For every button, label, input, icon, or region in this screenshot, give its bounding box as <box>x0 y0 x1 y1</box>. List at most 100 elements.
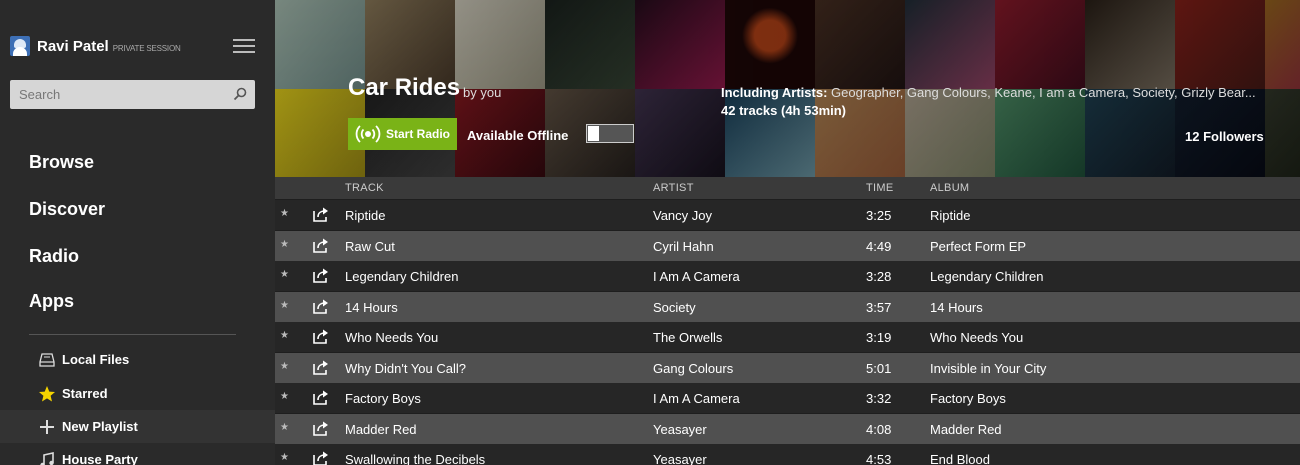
track-artist[interactable]: I Am A Camera <box>653 269 740 284</box>
radio-icon <box>355 125 381 143</box>
table-row[interactable]: ★ Raw Cut Cyril Hahn 4:49 Perfect Form EP <box>275 230 1300 261</box>
track-duration: 3:19 <box>866 330 892 345</box>
sidebar: Ravi Patel PRIVATE SESSION Browse Discov… <box>0 0 275 465</box>
track-album[interactable]: Riptide <box>930 208 970 223</box>
table-row[interactable]: ★ Factory Boys I Am A Camera 3:32 Factory Bo… <box>275 383 1300 413</box>
playlist-title: Car Rides <box>348 74 461 101</box>
track-duration: 3:57 <box>866 299 892 315</box>
column-header-track[interactable]: TRACK <box>345 182 384 194</box>
star-icon[interactable]: ★ <box>280 300 289 311</box>
share-icon[interactable] <box>312 359 329 376</box>
share-icon[interactable] <box>312 206 329 223</box>
table-row[interactable]: ★ Legendary Children I Am A Camera 3:28 Lege… <box>275 261 1300 291</box>
track-artist[interactable]: The Orwells <box>653 330 722 345</box>
track-album[interactable]: Perfect Form EP <box>930 239 1026 254</box>
track-title: 14 Hours <box>345 299 398 315</box>
start-radio-label: Start Radio <box>386 127 451 141</box>
table-row[interactable]: ★ Swallowing the Decibels Yeasayer 4:53 End … <box>275 444 1300 465</box>
offline-toggle[interactable] <box>586 124 634 143</box>
hamburger-menu-icon[interactable] <box>233 39 255 53</box>
track-artist[interactable]: Cyril Hahn <box>653 239 714 254</box>
track-artist[interactable]: Society <box>653 300 696 315</box>
track-title: Madder Red <box>345 421 417 437</box>
star-icon[interactable]: ★ <box>280 361 289 372</box>
track-duration: 3:25 <box>866 208 892 223</box>
track-artist[interactable]: Yeasayer <box>653 452 707 465</box>
user-name: Ravi Patel <box>37 37 109 55</box>
sidebar-item-starred[interactable]: Starred <box>0 377 275 410</box>
star-icon[interactable]: ★ <box>280 330 289 341</box>
sidebar-item-local-files[interactable]: Local Files <box>0 343 275 376</box>
track-album[interactable]: Invisible in Your City <box>930 361 1046 376</box>
nav-browse[interactable]: Browse <box>29 152 94 173</box>
table-row[interactable]: ★ Riptide Vancy Joy 3:25 Riptide <box>275 200 1300 230</box>
sidebar-item-new-playlist[interactable]: New Playlist <box>0 410 275 443</box>
sidebar-item-house-party[interactable]: House Party <box>0 443 275 465</box>
track-title: Why Didn't You Call? <box>345 360 466 376</box>
start-radio-button[interactable]: Start Radio <box>348 118 457 150</box>
track-duration: 4:49 <box>866 238 892 254</box>
track-duration: 5:01 <box>866 360 892 376</box>
star-icon[interactable]: ★ <box>280 239 289 250</box>
share-icon[interactable] <box>312 420 329 437</box>
star-icon <box>38 385 56 403</box>
including-artists-list: Geographer, Gang Colours, Keane, I am a … <box>831 85 1256 100</box>
share-icon[interactable] <box>312 267 329 284</box>
share-icon[interactable] <box>312 328 329 345</box>
track-title: Factory Boys <box>345 391 421 406</box>
share-icon[interactable] <box>312 237 329 254</box>
nav-discover[interactable]: Discover <box>29 199 105 220</box>
sidebar-item-label: Starred <box>62 386 108 401</box>
followers-count[interactable]: 12 Followers <box>1185 129 1264 144</box>
hard-drive-icon <box>38 351 56 369</box>
track-album[interactable]: Factory Boys <box>930 391 1006 406</box>
track-artist[interactable]: Vancy Joy <box>653 208 712 223</box>
track-album[interactable]: Who Needs You <box>930 330 1023 345</box>
track-artist[interactable]: I Am A Camera <box>653 391 740 406</box>
track-album[interactable]: 14 Hours <box>930 300 983 315</box>
track-title: Riptide <box>345 208 386 223</box>
column-header-artist[interactable]: ARTIST <box>653 182 694 194</box>
nav-apps[interactable]: Apps <box>29 291 74 312</box>
music-note-icon <box>38 451 56 465</box>
track-artist[interactable]: Gang Colours <box>653 361 733 376</box>
table-row[interactable]: ★ 14 Hours Society 3:57 14 Hours <box>275 291 1300 322</box>
user-profile[interactable]: Ravi Patel PRIVATE SESSION <box>10 36 181 56</box>
column-header-time[interactable]: TIME <box>866 182 893 194</box>
track-count: 42 tracks (4h 53min) <box>721 103 847 118</box>
nav-radio[interactable]: Radio <box>29 246 79 267</box>
star-icon[interactable]: ★ <box>280 208 289 219</box>
track-duration: 3:32 <box>866 391 892 406</box>
sidebar-item-label: New Playlist <box>62 419 138 434</box>
table-row[interactable]: ★ Who Needs You The Orwells 3:19 Who Needs Y… <box>275 322 1300 352</box>
search-input[interactable] <box>10 80 220 109</box>
column-header-album[interactable]: ALBUM <box>930 182 969 194</box>
share-icon[interactable] <box>312 298 329 315</box>
track-duration: 4:08 <box>866 421 892 437</box>
star-icon[interactable]: ★ <box>280 422 289 433</box>
track-title: Legendary Children <box>345 269 459 284</box>
table-header: TRACK ARTIST TIME ALBUM <box>275 177 1300 199</box>
track-duration: 3:28 <box>866 269 892 284</box>
track-title: Who Needs You <box>345 330 439 345</box>
track-album[interactable]: Legendary Children <box>930 269 1043 284</box>
avatar <box>10 36 30 56</box>
track-table: TRACK ARTIST TIME ALBUM ★ Riptide Vancy Jo… <box>275 177 1300 465</box>
track-duration: 4:53 <box>866 452 892 465</box>
track-album[interactable]: Madder Red <box>930 422 1002 437</box>
star-icon[interactable]: ★ <box>280 391 289 402</box>
search-icon[interactable] <box>233 87 247 101</box>
track-album[interactable]: End Blood <box>930 452 990 465</box>
share-icon[interactable] <box>312 389 329 406</box>
table-row[interactable]: ★ Why Didn't You Call? Gang Colours 5:01 Inv… <box>275 352 1300 383</box>
sidebar-divider <box>29 334 236 335</box>
track-title: Swallowing the Decibels <box>345 452 486 465</box>
share-icon[interactable] <box>312 450 329 465</box>
search-box <box>10 80 255 109</box>
star-icon[interactable]: ★ <box>280 269 289 280</box>
playlist-header: Car Rides by you Start Radio Available O… <box>275 0 1300 177</box>
track-title: Raw Cut <box>345 238 395 254</box>
star-icon[interactable]: ★ <box>280 452 289 463</box>
table-row[interactable]: ★ Madder Red Yeasayer 4:08 Madder Red <box>275 413 1300 444</box>
track-artist[interactable]: Yeasayer <box>653 422 707 437</box>
